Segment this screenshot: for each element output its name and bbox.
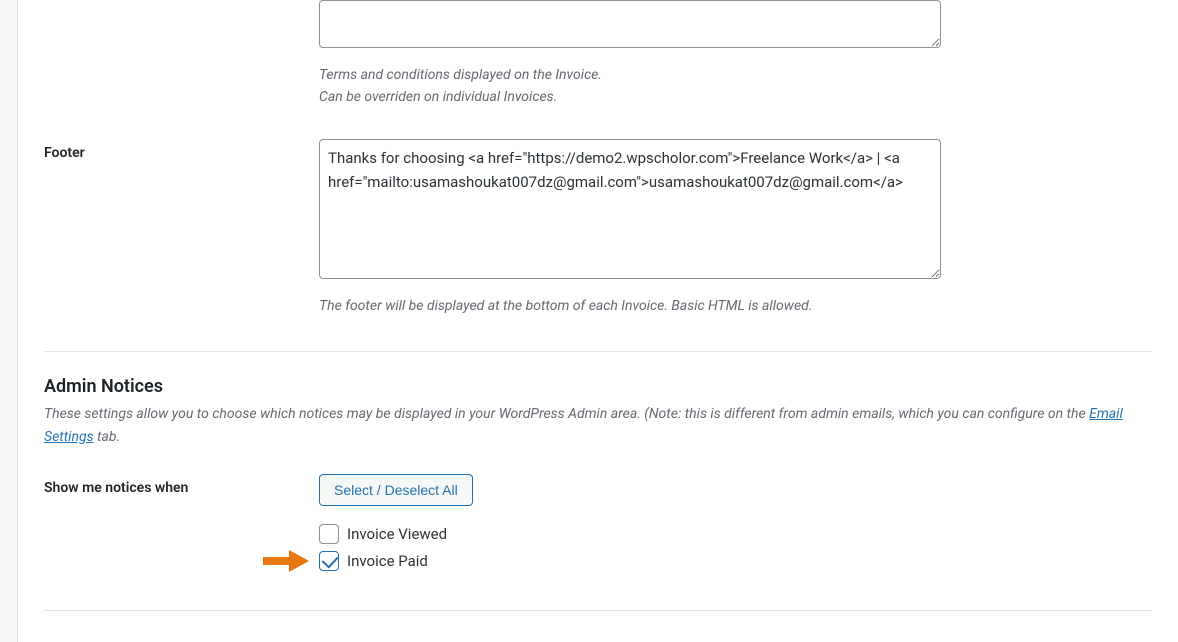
notice-checkbox-label: Invoice Paid — [347, 552, 428, 570]
footer-row: Footer The footer will be displayed at t… — [44, 125, 1152, 333]
terms-label — [44, 0, 319, 6]
terms-description: Terms and conditions displayed on the In… — [319, 64, 941, 109]
checkbox-row: Invoice Viewed — [319, 524, 941, 544]
settings-panel: Terms and conditions displayed on the In… — [18, 0, 1178, 642]
terms-desc-line2: Can be overriden on individual Invoices. — [319, 89, 557, 105]
admin-notices-desc-part2: tab. — [97, 429, 120, 445]
checkbox-row: Invoice Paid — [319, 551, 941, 571]
admin-notices-heading: Admin Notices — [44, 376, 1152, 397]
notice-checkbox[interactable] — [319, 524, 339, 544]
notices-label: Show me notices when — [44, 474, 319, 496]
admin-sidebar-edge — [0, 0, 18, 642]
section-divider — [44, 351, 1152, 352]
footer-textarea[interactable] — [319, 139, 941, 279]
notices-row: Show me notices when Select / Deselect A… — [44, 460, 1152, 592]
terms-textarea[interactable] — [319, 0, 941, 48]
footer-description: The footer will be displayed at the bott… — [319, 295, 941, 317]
checkbox-list: Invoice Viewed Invoice Paid — [319, 524, 941, 571]
footer-label: Footer — [44, 139, 319, 161]
notice-checkbox-label: Invoice Viewed — [347, 525, 447, 543]
select-deselect-all-button[interactable]: Select / Deselect All — [319, 474, 473, 506]
admin-notices-description: These settings allow you to choose which… — [44, 403, 1152, 448]
terms-row: Terms and conditions displayed on the In… — [44, 0, 1152, 125]
notice-checkbox[interactable] — [319, 551, 339, 571]
arrow-right-icon — [263, 550, 309, 572]
terms-desc-line1: Terms and conditions displayed on the In… — [319, 67, 602, 83]
section-divider-bottom — [44, 610, 1152, 611]
admin-notices-desc-part1: These settings allow you to choose which… — [44, 406, 1089, 422]
